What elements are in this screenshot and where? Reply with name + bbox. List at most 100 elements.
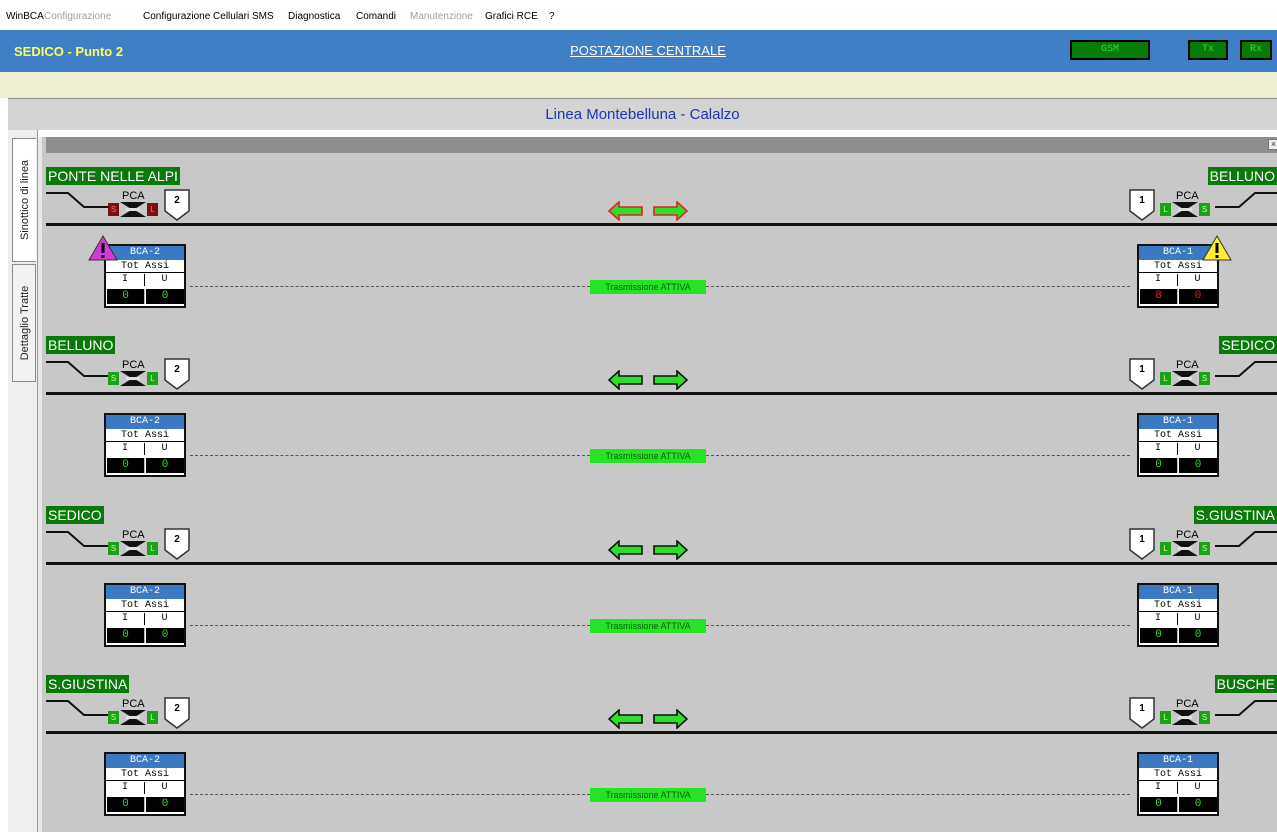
tot-assi-label: Tot Assi: [106, 768, 184, 781]
pca-state-left-l: L: [147, 203, 158, 216]
close-icon[interactable]: ×: [1268, 139, 1277, 150]
axle-count-in: 0: [107, 797, 145, 812]
pca-state-right-l: L: [1160, 372, 1171, 385]
menu-item[interactable]: Manutenzione: [410, 11, 473, 22]
tot-assi-label: Tot Assi: [106, 599, 184, 612]
axle-count-out: 0: [1179, 289, 1217, 304]
transmission-line-right: [706, 794, 1130, 795]
line-section: PONTE NELLE ALPI BELLUNO PCA S L 2 1 L S PCA BCA-2…: [42, 167, 1277, 337]
track-ramp-right: [1215, 191, 1277, 209]
shield-icon-right: 1: [1129, 358, 1155, 390]
direction-arrows-icon[interactable]: [607, 539, 689, 561]
warning-icon-right[interactable]: [1202, 235, 1232, 261]
track-ramp-right: [1215, 360, 1277, 378]
bca-counter-left[interactable]: BCA-2 Tot Assi I U 0 0: [104, 413, 186, 477]
transmission-line-right: [706, 286, 1130, 287]
transmission-line-left: [190, 286, 590, 287]
pca-label-right: PCA: [1176, 190, 1199, 202]
menu-item[interactable]: ?: [549, 11, 555, 22]
station-label-left: S.GIUSTINA: [46, 675, 130, 693]
tot-assi-label: Tot Assi: [1139, 599, 1217, 612]
menu-item[interactable]: Comandi: [356, 11, 396, 22]
tot-assi-label: Tot Assi: [1139, 429, 1217, 442]
sinottico-panel: × PONTE NELLE ALPI BELLUNO PCA S L 2 1 L S PCA BCA…: [38, 137, 1277, 832]
station-label-right: S.GIUSTINA: [1193, 506, 1277, 524]
out-label: U: [1194, 613, 1201, 624]
bowtie-icon: [120, 710, 146, 725]
in-label: I: [106, 274, 145, 286]
axle-count-in: 0: [1140, 458, 1178, 473]
track-line: [46, 731, 1277, 734]
bca-counter-right[interactable]: BCA-1 Tot Assi I U 0 0: [1137, 413, 1219, 477]
shield-icon-left: 2: [164, 358, 190, 390]
pca-label-left: PCA: [122, 359, 145, 371]
pca-state-left-l: L: [147, 542, 158, 555]
tx-indicator: Tx: [1188, 40, 1228, 60]
pca-label-left: PCA: [122, 190, 145, 202]
bca-counter-left[interactable]: BCA-2 Tot Assi I U 0 0: [104, 752, 186, 816]
bca-counter-right[interactable]: BCA-1 Tot Assi I U 0 0: [1137, 583, 1219, 647]
direction-arrows-icon[interactable]: [607, 200, 689, 222]
axle-count-out: 0: [1179, 797, 1217, 812]
axle-count-out: 0: [146, 797, 184, 812]
bowtie-icon: [1172, 541, 1198, 556]
bowtie-icon: [120, 202, 146, 217]
tab-sinottico[interactable]: Sinottico di linea: [12, 138, 36, 262]
status-band: [0, 72, 1277, 98]
tot-assi-label: Tot Assi: [1139, 260, 1217, 273]
transmission-line-right: [706, 625, 1130, 626]
track-line: [46, 392, 1277, 395]
out-label: U: [161, 613, 168, 624]
station-label-right: SEDICO: [1219, 336, 1277, 354]
shield-number-right: 1: [1139, 195, 1145, 206]
menu-item[interactable]: WinBCA: [6, 11, 44, 22]
pca-state-left-s: S: [108, 542, 119, 555]
bowtie-icon: [120, 371, 146, 386]
track-ramp-left: [46, 360, 108, 378]
axle-count-out: 0: [1179, 628, 1217, 643]
transmission-status: Trasmissione ATTIVA: [590, 280, 706, 294]
out-label: U: [161, 782, 168, 793]
track-ramp-right: [1215, 699, 1277, 717]
shield-number-right: 1: [1139, 364, 1145, 375]
bca-name: BCA-2: [106, 585, 184, 599]
in-label: I: [1139, 613, 1178, 625]
pca-label-left: PCA: [122, 698, 145, 710]
transmission-line-left: [190, 455, 590, 456]
pca-state-right-s: S: [1199, 711, 1210, 724]
direction-arrows-icon[interactable]: [607, 708, 689, 730]
pca-label-right: PCA: [1176, 359, 1199, 371]
shield-icon-left: 2: [164, 528, 190, 560]
linea-bar: Linea Montebelluna - Calalzo: [8, 98, 1277, 130]
axle-count-out: 0: [146, 289, 184, 304]
out-label: U: [1194, 782, 1201, 793]
bca-name: BCA-1: [1139, 754, 1217, 768]
menu-item[interactable]: Diagnostica: [288, 11, 340, 22]
bowtie-icon: [120, 541, 146, 556]
tab-sinottico-label: Sinottico di linea: [19, 159, 31, 241]
tab-dettaglio[interactable]: Dettaglio Tratte: [12, 264, 36, 382]
track-line: [46, 562, 1277, 565]
menu-item[interactable]: Configurazione: [44, 11, 111, 22]
track-ramp-right: [1215, 530, 1277, 548]
transmission-status: Trasmissione ATTIVA: [590, 449, 706, 463]
rx-indicator: Rx: [1240, 40, 1272, 60]
bca-name: BCA-2: [106, 415, 184, 429]
axle-count-out: 0: [146, 628, 184, 643]
warning-icon-left[interactable]: [88, 235, 118, 261]
transmission-status: Trasmissione ATTIVA: [590, 788, 706, 802]
pca-state-right-s: S: [1199, 372, 1210, 385]
postazione-title[interactable]: POSTAZIONE CENTRALE: [558, 43, 738, 58]
shield-icon-right: 1: [1129, 697, 1155, 729]
menu-item[interactable]: Configurazione Cellulari SMS: [143, 11, 274, 22]
pca-label-left: PCA: [122, 529, 145, 541]
site-title: SEDICO - Punto 2: [14, 44, 124, 59]
station-label-left: SEDICO: [46, 506, 104, 524]
pca-state-right-l: L: [1160, 542, 1171, 555]
bca-counter-left[interactable]: BCA-2 Tot Assi I U 0 0: [104, 583, 186, 647]
bca-name: BCA-1: [1139, 415, 1217, 429]
shield-icon-right: 1: [1129, 189, 1155, 221]
direction-arrows-icon[interactable]: [607, 369, 689, 391]
bca-counter-right[interactable]: BCA-1 Tot Assi I U 0 0: [1137, 752, 1219, 816]
menu-item[interactable]: Grafici RCE: [485, 11, 538, 22]
